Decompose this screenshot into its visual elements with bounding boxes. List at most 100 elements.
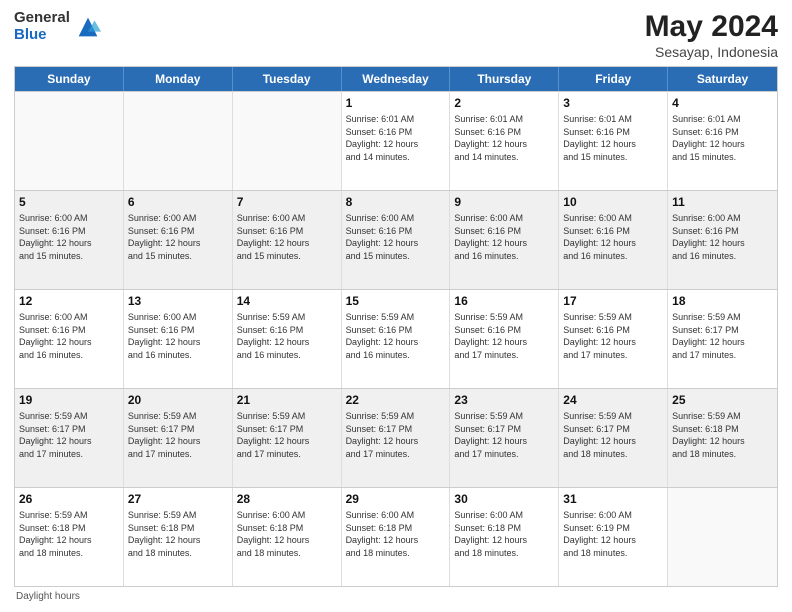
day-number: 26 <box>19 491 119 507</box>
logo-blue: Blue <box>14 27 70 44</box>
cell-info: Sunrise: 6:01 AM Sunset: 6:16 PM Dayligh… <box>454 113 554 163</box>
cell-info: Sunrise: 5:59 AM Sunset: 6:17 PM Dayligh… <box>19 410 119 460</box>
calendar-cell: 4 Sunrise: 6:01 AM Sunset: 6:16 PM Daylig… <box>668 92 777 190</box>
day-number: 12 <box>19 293 119 309</box>
calendar-week: 12 Sunrise: 6:00 AM Sunset: 6:16 PM Dayli… <box>15 289 777 388</box>
calendar-cell: 8 Sunrise: 6:00 AM Sunset: 6:16 PM Daylig… <box>342 191 451 289</box>
calendar-cell: 24 Sunrise: 5:59 AM Sunset: 6:17 PM Dayli… <box>559 389 668 487</box>
day-number: 9 <box>454 194 554 210</box>
calendar-cell: 22Sunrise: 5:59 AM Sunset: 6:17 PM Dayli… <box>342 389 451 487</box>
day-number: 17 <box>563 293 663 309</box>
cell-info: Sunrise: 5:59 AM Sunset: 6:16 PM Dayligh… <box>563 311 663 361</box>
cell-info: Sunrise: 5:59 AM Sunset: 6:17 PM Dayligh… <box>237 410 337 460</box>
day-number: 15 <box>346 293 446 309</box>
cell-info: Sunrise: 6:00 AM Sunset: 6:16 PM Dayligh… <box>128 212 228 262</box>
calendar-week: 5 Sunrise: 6:00 AM Sunset: 6:16 PM Daylig… <box>15 190 777 289</box>
day-number: 19 <box>19 392 119 408</box>
cell-info: Sunrise: 6:01 AM Sunset: 6:16 PM Dayligh… <box>672 113 773 163</box>
calendar-week: 1Sunrise: 6:01 AM Sunset: 6:16 PM Daylig… <box>15 91 777 190</box>
cell-info: Sunrise: 5:59 AM Sunset: 6:16 PM Dayligh… <box>346 311 446 361</box>
calendar-cell: 28Sunrise: 6:00 AM Sunset: 6:18 PM Dayli… <box>233 488 342 586</box>
cell-info: Sunrise: 6:00 AM Sunset: 6:16 PM Dayligh… <box>672 212 773 262</box>
cell-info: Sunrise: 5:59 AM Sunset: 6:17 PM Dayligh… <box>563 410 663 460</box>
cell-info: Sunrise: 5:59 AM Sunset: 6:18 PM Dayligh… <box>19 509 119 559</box>
weekday-header: Thursday <box>450 67 559 91</box>
day-number: 13 <box>128 293 228 309</box>
cell-info: Sunrise: 6:00 AM Sunset: 6:16 PM Dayligh… <box>237 212 337 262</box>
day-number: 10 <box>563 194 663 210</box>
title-block: May 2024 Sesayap, Indonesia <box>645 10 778 60</box>
calendar-body: 1Sunrise: 6:01 AM Sunset: 6:16 PM Daylig… <box>15 91 777 586</box>
calendar-cell: 20 Sunrise: 5:59 AM Sunset: 6:17 PM Dayli… <box>124 389 233 487</box>
day-number: 7 <box>237 194 337 210</box>
cell-info: Sunrise: 6:00 AM Sunset: 6:16 PM Dayligh… <box>454 212 554 262</box>
subtitle: Sesayap, Indonesia <box>645 44 778 60</box>
calendar-cell: 3 Sunrise: 6:01 AM Sunset: 6:16 PM Daylig… <box>559 92 668 190</box>
day-number: 22 <box>346 392 446 408</box>
calendar-cell: 19 Sunrise: 5:59 AM Sunset: 6:17 PM Dayli… <box>15 389 124 487</box>
day-number: 24 <box>563 392 663 408</box>
weekday-header: Sunday <box>15 67 124 91</box>
calendar-cell: 12 Sunrise: 6:00 AM Sunset: 6:16 PM Dayli… <box>15 290 124 388</box>
daylight-label: Daylight hours <box>16 591 80 602</box>
calendar-cell: 2 Sunrise: 6:01 AM Sunset: 6:16 PM Daylig… <box>450 92 559 190</box>
cell-info: Sunrise: 6:00 AM Sunset: 6:18 PM Dayligh… <box>346 509 446 559</box>
calendar-header-row: SundayMondayTuesdayWednesdayThursdayFrid… <box>15 67 777 91</box>
day-number: 4 <box>672 95 773 111</box>
calendar-cell: 15 Sunrise: 5:59 AM Sunset: 6:16 PM Dayli… <box>342 290 451 388</box>
cell-info: Sunrise: 6:01 AM Sunset: 6:16 PM Dayligh… <box>563 113 663 163</box>
day-number: 29 <box>346 491 446 507</box>
calendar-cell: 10 Sunrise: 6:00 AM Sunset: 6:16 PM Dayli… <box>559 191 668 289</box>
calendar-week: 26 Sunrise: 5:59 AM Sunset: 6:18 PM Dayli… <box>15 487 777 586</box>
cell-info: Sunrise: 6:00 AM Sunset: 6:16 PM Dayligh… <box>563 212 663 262</box>
calendar-cell: 5 Sunrise: 6:00 AM Sunset: 6:16 PM Daylig… <box>15 191 124 289</box>
day-number: 30 <box>454 491 554 507</box>
day-number: 23 <box>454 392 554 408</box>
main-title: May 2024 <box>645 10 778 44</box>
calendar-cell <box>233 92 342 190</box>
calendar-cell: 14Sunrise: 5:59 AM Sunset: 6:16 PM Dayli… <box>233 290 342 388</box>
day-number: 8 <box>346 194 446 210</box>
calendar-cell: 13Sunrise: 6:00 AM Sunset: 6:16 PM Dayli… <box>124 290 233 388</box>
calendar-cell: 26 Sunrise: 5:59 AM Sunset: 6:18 PM Dayli… <box>15 488 124 586</box>
cell-info: Sunrise: 6:00 AM Sunset: 6:18 PM Dayligh… <box>237 509 337 559</box>
logo-icon <box>74 13 102 41</box>
day-number: 16 <box>454 293 554 309</box>
weekday-header: Monday <box>124 67 233 91</box>
calendar-cell <box>15 92 124 190</box>
logo-general: General <box>14 10 70 27</box>
cell-info: Sunrise: 6:00 AM Sunset: 6:16 PM Dayligh… <box>19 311 119 361</box>
cell-info: Sunrise: 6:00 AM Sunset: 6:18 PM Dayligh… <box>454 509 554 559</box>
day-number: 20 <box>128 392 228 408</box>
calendar-cell: 25Sunrise: 5:59 AM Sunset: 6:18 PM Dayli… <box>668 389 777 487</box>
cell-info: Sunrise: 5:59 AM Sunset: 6:16 PM Dayligh… <box>237 311 337 361</box>
logo-text: General Blue <box>14 10 70 43</box>
cell-info: Sunrise: 5:59 AM Sunset: 6:17 PM Dayligh… <box>128 410 228 460</box>
calendar-cell: 17 Sunrise: 5:59 AM Sunset: 6:16 PM Dayli… <box>559 290 668 388</box>
calendar-cell <box>124 92 233 190</box>
cell-info: Sunrise: 6:01 AM Sunset: 6:16 PM Dayligh… <box>346 113 446 163</box>
day-number: 25 <box>672 392 773 408</box>
weekday-header: Tuesday <box>233 67 342 91</box>
calendar-cell: 31Sunrise: 6:00 AM Sunset: 6:19 PM Dayli… <box>559 488 668 586</box>
day-number: 27 <box>128 491 228 507</box>
day-number: 21 <box>237 392 337 408</box>
day-number: 5 <box>19 194 119 210</box>
day-number: 3 <box>563 95 663 111</box>
weekday-header: Friday <box>559 67 668 91</box>
cell-info: Sunrise: 6:00 AM Sunset: 6:19 PM Dayligh… <box>563 509 663 559</box>
footer: Daylight hours <box>14 591 778 602</box>
calendar-cell <box>668 488 777 586</box>
logo: General Blue <box>14 10 102 43</box>
cell-info: Sunrise: 6:00 AM Sunset: 6:16 PM Dayligh… <box>19 212 119 262</box>
header: General Blue May 2024 Sesayap, Indonesia <box>14 10 778 60</box>
cell-info: Sunrise: 6:00 AM Sunset: 6:16 PM Dayligh… <box>346 212 446 262</box>
calendar-cell: 23Sunrise: 5:59 AM Sunset: 6:17 PM Dayli… <box>450 389 559 487</box>
cell-info: Sunrise: 5:59 AM Sunset: 6:18 PM Dayligh… <box>128 509 228 559</box>
page: General Blue May 2024 Sesayap, Indonesia… <box>0 0 792 612</box>
day-number: 2 <box>454 95 554 111</box>
calendar-cell: 21 Sunrise: 5:59 AM Sunset: 6:17 PM Dayli… <box>233 389 342 487</box>
calendar-week: 19 Sunrise: 5:59 AM Sunset: 6:17 PM Dayli… <box>15 388 777 487</box>
calendar-cell: 9 Sunrise: 6:00 AM Sunset: 6:16 PM Daylig… <box>450 191 559 289</box>
weekday-header: Saturday <box>668 67 777 91</box>
